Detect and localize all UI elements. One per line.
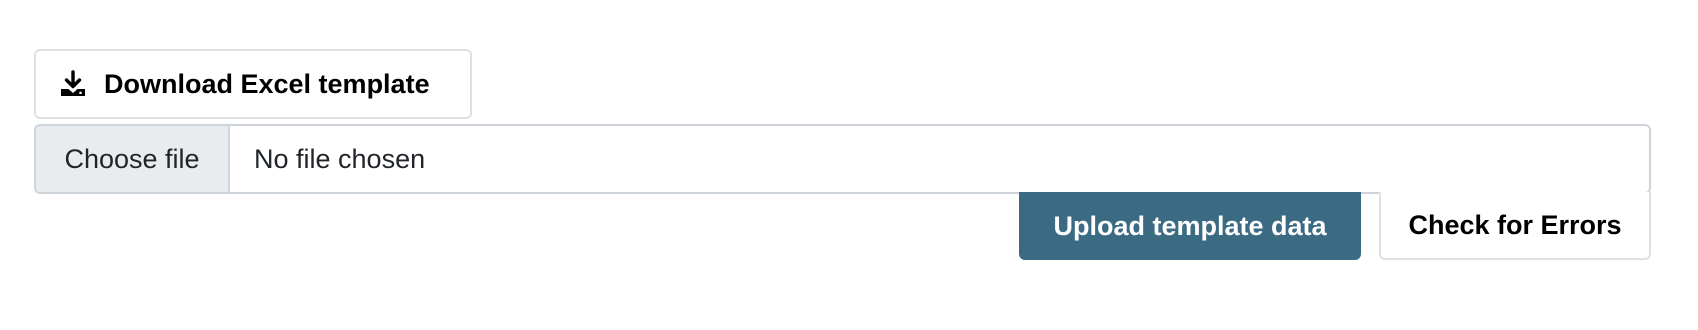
download-template-label: Download Excel template [104, 68, 430, 99]
download-template-button[interactable]: Download Excel template [34, 49, 472, 119]
file-input[interactable]: Choose file No file chosen [34, 124, 1651, 194]
upload-template-data-label: Upload template data [1053, 210, 1327, 241]
check-for-errors-label: Check for Errors [1408, 209, 1622, 240]
file-status-text: No file chosen [254, 143, 426, 174]
template-upload-panel: Download Excel template Choose file No f… [0, 0, 1698, 330]
download-icon [58, 69, 88, 99]
upload-template-data-button[interactable]: Upload template data [1019, 192, 1361, 260]
choose-file-button[interactable]: Choose file [36, 126, 230, 192]
check-for-errors-button[interactable]: Check for Errors [1379, 192, 1651, 260]
